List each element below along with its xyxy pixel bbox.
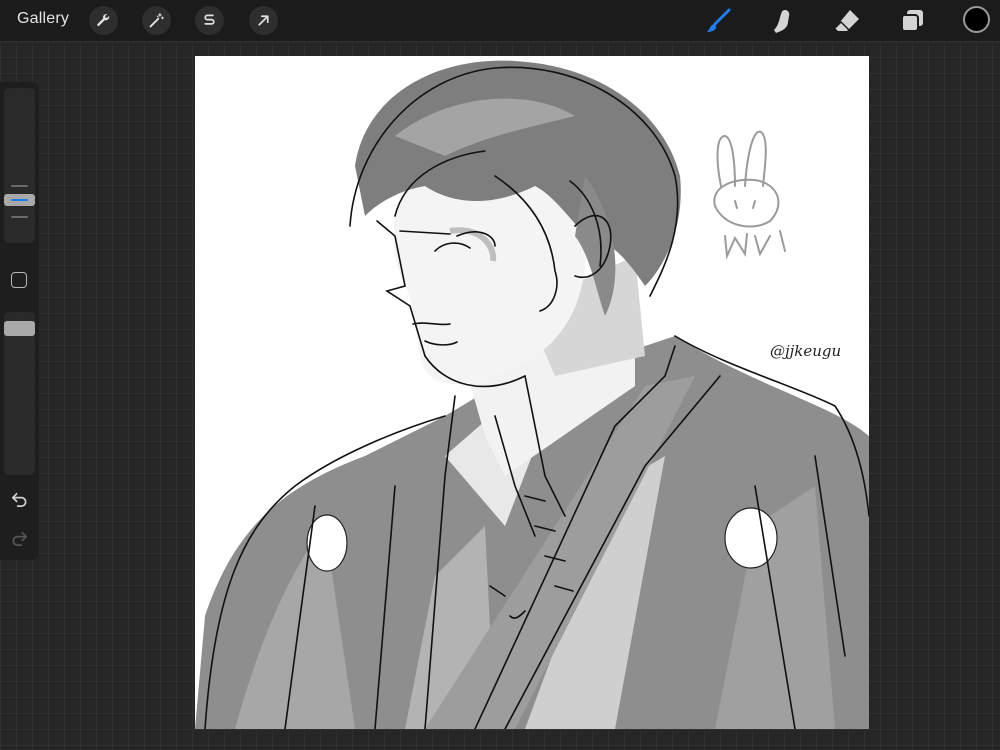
brush-size-slider[interactable] [4,88,35,243]
arrow-cursor-icon [258,15,269,26]
bunny-doodle [713,130,786,260]
signature-text: @jjkeugu [770,342,841,360]
selection-s-icon [204,14,215,25]
gallery-button[interactable]: Gallery [17,10,69,28]
redo-icon[interactable] [10,529,29,548]
undo-icon[interactable] [10,490,29,509]
sidebar [0,82,39,560]
eraser-icon[interactable] [832,6,862,36]
adjustments-button[interactable] [142,6,171,35]
drawing-canvas[interactable]: @jjkeugu [195,56,869,729]
slider-tick [11,216,28,218]
magic-wand-icon [149,13,164,28]
smudge-finger-icon[interactable] [768,6,798,36]
sketch-artwork: @jjkeugu [195,60,869,729]
top-toolbar: Gallery [0,0,1000,41]
color-picker-button[interactable] [963,6,990,33]
brush-opacity-slider[interactable] [4,312,35,475]
wrench-icon [97,14,110,27]
brush-icon[interactable] [704,6,734,36]
slider-tick [11,185,28,187]
selection-button[interactable] [195,6,224,35]
brush-opacity-thumb[interactable] [4,321,35,336]
brush-size-thumb[interactable] [4,194,35,206]
transform-button[interactable] [249,6,278,35]
actions-button[interactable] [89,6,118,35]
modify-button[interactable] [11,272,27,288]
layers-icon[interactable] [898,6,928,36]
